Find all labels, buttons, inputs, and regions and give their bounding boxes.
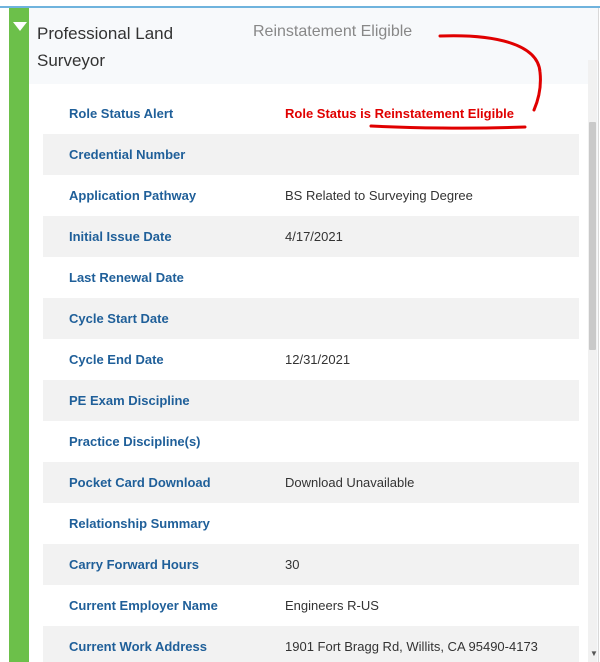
detail-row-pe-exam-discipline: PE Exam Discipline [43,380,579,421]
detail-label: Cycle Start Date [69,311,169,326]
detail-value: Engineers R-US [285,598,379,613]
detail-label: Carry Forward Hours [69,557,200,572]
scrollbar-thumb[interactable] [589,122,596,350]
detail-label: Last Renewal Date [69,270,184,285]
detail-row-application-pathway: Application Pathway BS Related to Survey… [43,175,579,216]
detail-label: PE Exam Discipline [69,393,190,408]
detail-label: Credential Number [69,147,186,162]
role-status-alert-value: Role Status is Reinstatement Eligible [285,106,514,121]
role-status: Reinstatement Eligible [253,23,413,40]
detail-label: Initial Issue Date [69,229,172,244]
detail-value: Download Unavailable [285,475,415,490]
detail-label: Application Pathway [69,188,197,203]
detail-value: 30 [285,557,300,572]
role-accent-bar[interactable] [9,8,29,662]
detail-label: Pocket Card Download [69,475,211,490]
detail-label: Practice Discipline(s) [69,434,201,449]
detail-row-pocket-card-download: Pocket Card Download Download Unavailabl… [43,462,579,503]
page: Professional Land Surveyor Reinstatement… [0,0,600,662]
detail-label: Cycle End Date [69,352,164,367]
role-details: Role Status Alert Role Status is Reinsta… [29,84,593,662]
detail-row-current-employer-name: Current Employer Name Engineers R-US [43,585,579,626]
detail-label: Current Employer Name [69,598,218,613]
detail-label: Relationship Summary [69,516,210,531]
scroll-down-arrow-icon[interactable]: ▼ [590,650,598,658]
detail-row-cycle-end-date: Cycle End Date 12/31/2021 [43,339,579,380]
detail-label: Role Status Alert [69,106,174,121]
detail-value: 1901 Fort Bragg Rd, Willits, CA 95490-41… [285,639,538,654]
detail-row-relationship-summary: Relationship Summary [43,503,579,544]
detail-label: Current Work Address [69,639,207,654]
detail-value: BS Related to Surveying Degree [285,188,473,203]
detail-row-cycle-start-date: Cycle Start Date [43,298,579,339]
detail-row-role-status-alert: Role Status Alert Role Status is Reinsta… [43,93,579,134]
detail-value: 12/31/2021 [285,352,351,367]
detail-row-carry-forward-hours: Carry Forward Hours 30 [43,544,579,585]
detail-value: 4/17/2021 [285,229,343,244]
detail-row-initial-issue-date: Initial Issue Date 4/17/2021 [43,216,579,257]
detail-row-practice-disciplines: Practice Discipline(s) [43,421,579,462]
detail-row-credential-number: Credential Number [43,134,579,175]
role-title: Professional Land Surveyor [37,24,174,70]
role-header[interactable]: Professional Land Surveyor Reinstatement… [29,8,596,85]
detail-row-last-renewal-date: Last Renewal Date [43,257,579,298]
detail-row-current-work-address: Current Work Address 1901 Fort Bragg Rd,… [43,626,579,662]
caret-down-icon[interactable] [13,22,27,31]
